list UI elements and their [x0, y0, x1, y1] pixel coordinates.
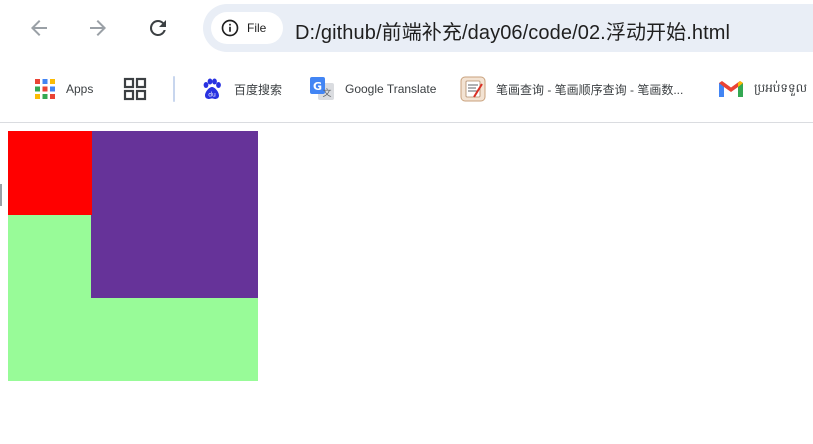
page-content [0, 123, 813, 444]
bookmark-baidu[interactable]: du 百度搜索 [200, 74, 282, 104]
arrow-right-icon [90, 20, 106, 36]
svg-text:文: 文 [322, 87, 331, 99]
float-demo-container [8, 131, 258, 381]
site-info-chip[interactable]: File [211, 12, 283, 44]
bookmark-gmail-label: ប្រអប់ទទួល [754, 81, 808, 95]
info-icon [221, 19, 239, 37]
bookmark-google-translate-label: Google Translate [345, 82, 437, 96]
forward-button[interactable] [80, 10, 116, 46]
apps-grid-icon [35, 79, 55, 99]
red-box [8, 131, 92, 215]
bookmark-apps-label: Apps [66, 82, 94, 96]
tab-groups-button[interactable] [123, 74, 147, 104]
bookmarks-separator [173, 76, 175, 102]
url-text[interactable]: D:/github/前端补充/day06/code/02.浮动开始.html [295, 16, 730, 45]
reload-button[interactable] [140, 10, 176, 46]
bookmark-bihua[interactable]: 笔画查询 - 笔画顺序查询 - 笔画数... [460, 74, 683, 104]
svg-text:du: du [208, 92, 216, 99]
bookmark-apps[interactable]: Apps [34, 74, 93, 104]
browser-toolbar: File D:/github/前端补充/day06/code/02.浮动开始.h… [0, 0, 813, 56]
baidu-paw-icon: du [203, 78, 221, 99]
google-translate-icon: G 文 [310, 77, 334, 100]
bookmarks-bar: Apps du 百度搜索 G 文 Google Translate 笔画查询 -… [0, 56, 813, 123]
tab-grid-icon [123, 77, 147, 101]
bookmark-gmail[interactable]: ប្រអប់ទទួល [718, 74, 807, 104]
scrollbar-indicator [0, 184, 2, 206]
reload-icon [149, 19, 166, 36]
bookmark-google-translate[interactable]: G 文 Google Translate [309, 74, 436, 104]
bookmark-baidu-label: 百度搜索 [234, 82, 283, 97]
purple-box [91, 131, 258, 298]
back-button[interactable] [21, 10, 57, 46]
site-info-label: File [247, 21, 267, 35]
address-bar[interactable]: File D:/github/前端补充/day06/code/02.浮动开始.h… [203, 4, 813, 52]
gmail-icon [719, 81, 743, 97]
arrow-left-icon [31, 20, 47, 36]
svg-text:G: G [313, 80, 322, 93]
bookmark-bihua-label: 笔画查询 - 笔画顺序查询 - 笔画数... [496, 82, 684, 97]
bihua-brush-icon [460, 76, 486, 102]
